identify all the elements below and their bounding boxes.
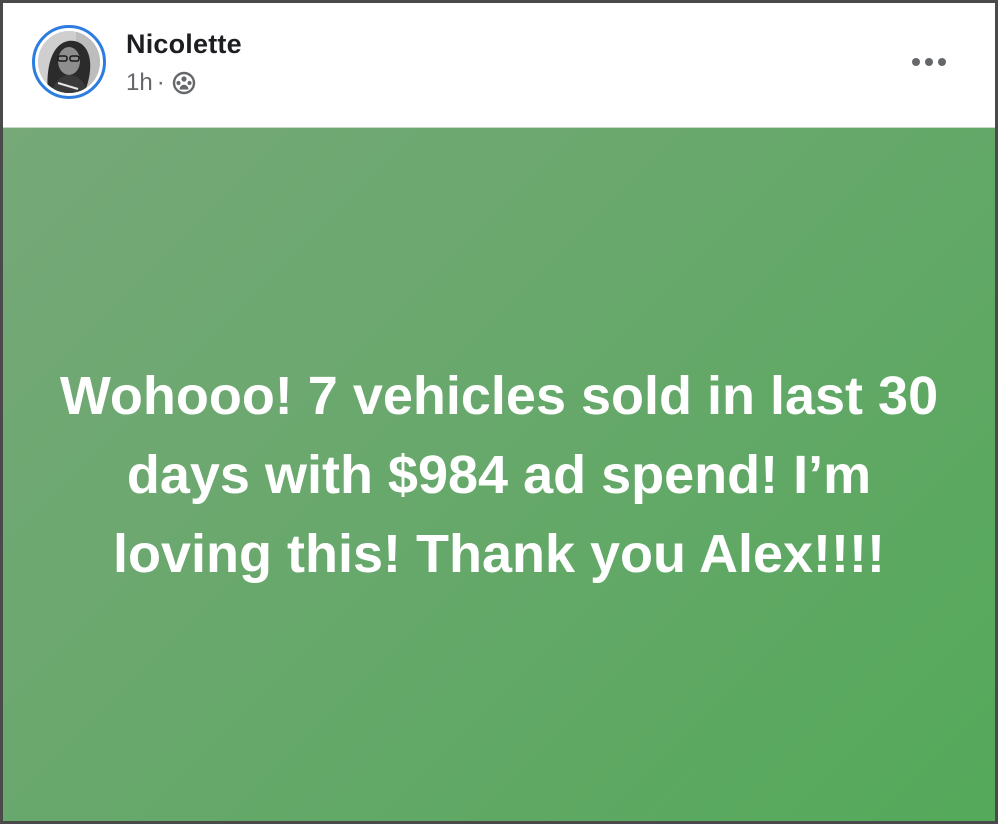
- avatar-ring[interactable]: [32, 25, 106, 99]
- avatar[interactable]: [38, 31, 100, 93]
- author-name[interactable]: Nicolette: [126, 29, 242, 60]
- friends-icon[interactable]: [171, 70, 197, 96]
- post-header: Nicolette 1h ·: [3, 3, 995, 127]
- status-background: Wohooo! 7 vehicles sold in last 30 days …: [3, 127, 995, 821]
- more-options-button[interactable]: [911, 47, 947, 77]
- post-meta: 1h ·: [126, 69, 197, 97]
- post-timestamp[interactable]: 1h: [126, 69, 153, 97]
- more-options-icon: [912, 58, 946, 66]
- post-card: Nicolette 1h · Wohooo! 7 vehicles sold i…: [0, 0, 998, 824]
- avatar-photo: [38, 31, 100, 93]
- meta-separator: ·: [156, 69, 165, 96]
- status-text: Wohooo! 7 vehicles sold in last 30 days …: [59, 366, 939, 584]
